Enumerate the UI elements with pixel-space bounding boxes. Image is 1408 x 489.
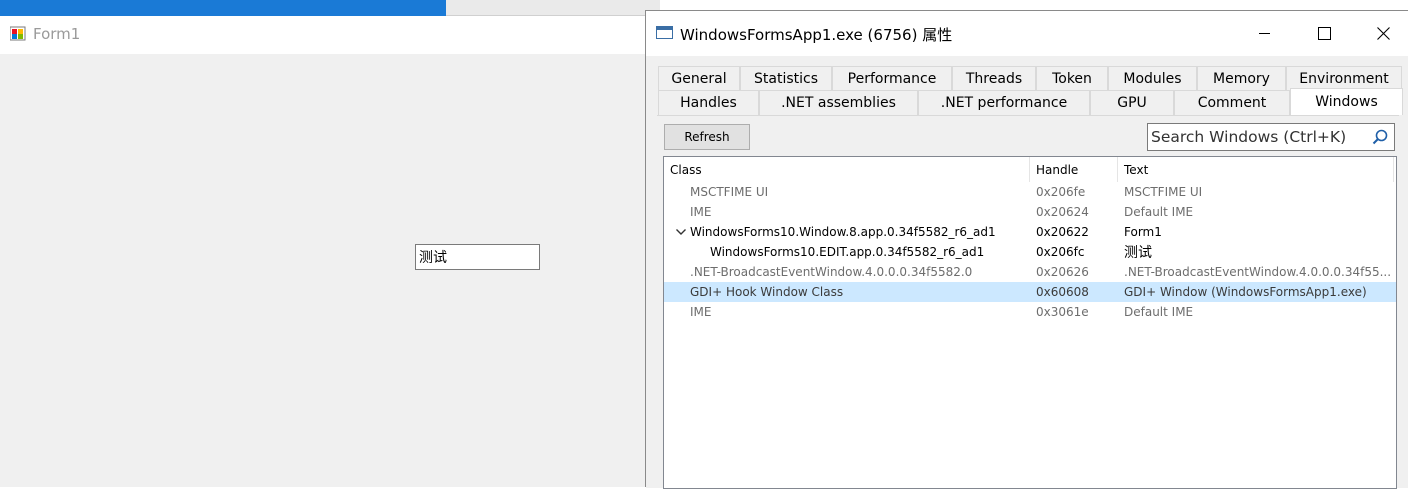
tab-modules[interactable]: Modules: [1108, 66, 1197, 91]
cell-text: Form1: [1124, 225, 1162, 239]
tab-memory[interactable]: Memory: [1197, 66, 1286, 91]
properties-titlebar[interactable]: WindowsFormsApp1.exe (6756) 属性: [646, 11, 1408, 56]
column-header-handle[interactable]: Handle: [1030, 157, 1118, 182]
form1-textbox[interactable]: 测试: [415, 244, 540, 270]
windows-list[interactable]: Class Handle Text MSCTFIME UI 0x206fe MS…: [663, 156, 1397, 489]
table-row[interactable]: IME 0x3061e Default IME: [664, 302, 1396, 322]
tab-threads[interactable]: Threads: [952, 66, 1036, 91]
column-header-text[interactable]: Text: [1118, 157, 1394, 182]
form1-title: Form1: [33, 25, 81, 43]
properties-body: General Statistics Performance Threads T…: [646, 56, 1408, 489]
tab-performance[interactable]: Performance: [832, 66, 952, 91]
properties-title: WindowsFormsApp1.exe (6756) 属性: [680, 26, 953, 44]
tab-net-performance[interactable]: .NET performance: [918, 90, 1090, 115]
cell-handle: 0x60608: [1036, 285, 1089, 299]
table-row[interactable]: .NET-BroadcastEventWindow.4.0.0.0.34f558…: [664, 262, 1396, 282]
window-icon: [656, 26, 673, 39]
search-box[interactable]: [1147, 123, 1395, 151]
tab-statistics[interactable]: Statistics: [740, 66, 832, 91]
tab-token[interactable]: Token: [1036, 66, 1108, 91]
cell-class: GDI+ Hook Window Class: [690, 285, 844, 299]
cell-handle: 0x20626: [1036, 265, 1089, 279]
cell-handle: 0x206fe: [1036, 185, 1086, 199]
cell-text: Default IME: [1124, 305, 1194, 319]
cell-class: MSCTFIME UI: [690, 185, 769, 199]
windows-panel: Refresh Class Handle Text MSCTFIME UI 0x…: [657, 115, 1399, 489]
cell-text: MSCTFIME UI: [1124, 185, 1203, 199]
background-window-strip: [0, 0, 446, 16]
refresh-button[interactable]: Refresh: [664, 124, 750, 150]
search-input[interactable]: [1151, 127, 1363, 147]
cell-class: .NET-BroadcastEventWindow.4.0.0.0.34f558…: [690, 265, 973, 279]
tab-gpu[interactable]: GPU: [1090, 90, 1174, 115]
maximize-button[interactable]: [1295, 11, 1353, 56]
table-row[interactable]: WindowsForms10.EDIT.app.0.34f5582_r6_ad1…: [664, 242, 1396, 262]
tab-net-assemblies[interactable]: .NET assemblies: [759, 90, 918, 115]
list-header: Class Handle Text: [664, 157, 1396, 182]
column-header-class[interactable]: Class: [664, 157, 1030, 182]
cell-text: GDI+ Window (WindowsFormsApp1.exe): [1124, 285, 1367, 299]
cell-class: IME: [690, 205, 712, 219]
cell-text: 测试: [1124, 245, 1152, 261]
cell-class: WindowsForms10.Window.8.app.0.34f5582_r6…: [690, 225, 996, 239]
tab-comment[interactable]: Comment: [1174, 90, 1290, 115]
form1-titlebar[interactable]: [0, 16, 660, 54]
table-row[interactable]: WindowsForms10.Window.8.app.0.34f5582_r6…: [664, 222, 1396, 242]
cell-text: .NET-BroadcastEventWindow.4.0.0.0.34f55.…: [1124, 265, 1390, 279]
properties-window: WindowsFormsApp1.exe (6756) 属性 General S…: [645, 10, 1408, 489]
cell-class: IME: [690, 305, 712, 319]
cell-text: Default IME: [1124, 205, 1194, 219]
form1-window: Form1 测试: [0, 0, 660, 487]
tab-row-2: Handles .NET assemblies .NET performance…: [658, 88, 1403, 115]
close-icon: [1376, 27, 1390, 40]
close-button[interactable]: [1354, 11, 1408, 56]
cell-handle: 0x20622: [1036, 225, 1089, 239]
cell-class: WindowsForms10.EDIT.app.0.34f5582_r6_ad1: [710, 245, 985, 259]
table-row-selected[interactable]: GDI+ Hook Window Class 0x60608 GDI+ Wind…: [664, 282, 1396, 302]
form-app-icon: [10, 26, 26, 41]
background-toolbar: [446, 0, 660, 16]
minimize-button[interactable]: [1235, 11, 1293, 56]
search-icon[interactable]: [1372, 129, 1388, 145]
tab-handles[interactable]: Handles: [658, 90, 759, 115]
table-row[interactable]: MSCTFIME UI 0x206fe MSCTFIME UI: [664, 182, 1396, 202]
cell-handle: 0x3061e: [1036, 305, 1089, 319]
tab-general[interactable]: General: [658, 66, 740, 91]
table-row[interactable]: IME 0x20624 Default IME: [664, 202, 1396, 222]
tab-windows[interactable]: Windows: [1290, 88, 1403, 115]
cell-handle: 0x20624: [1036, 205, 1089, 219]
chevron-down-icon[interactable]: [674, 225, 688, 239]
cell-handle: 0x206fc: [1036, 245, 1085, 259]
